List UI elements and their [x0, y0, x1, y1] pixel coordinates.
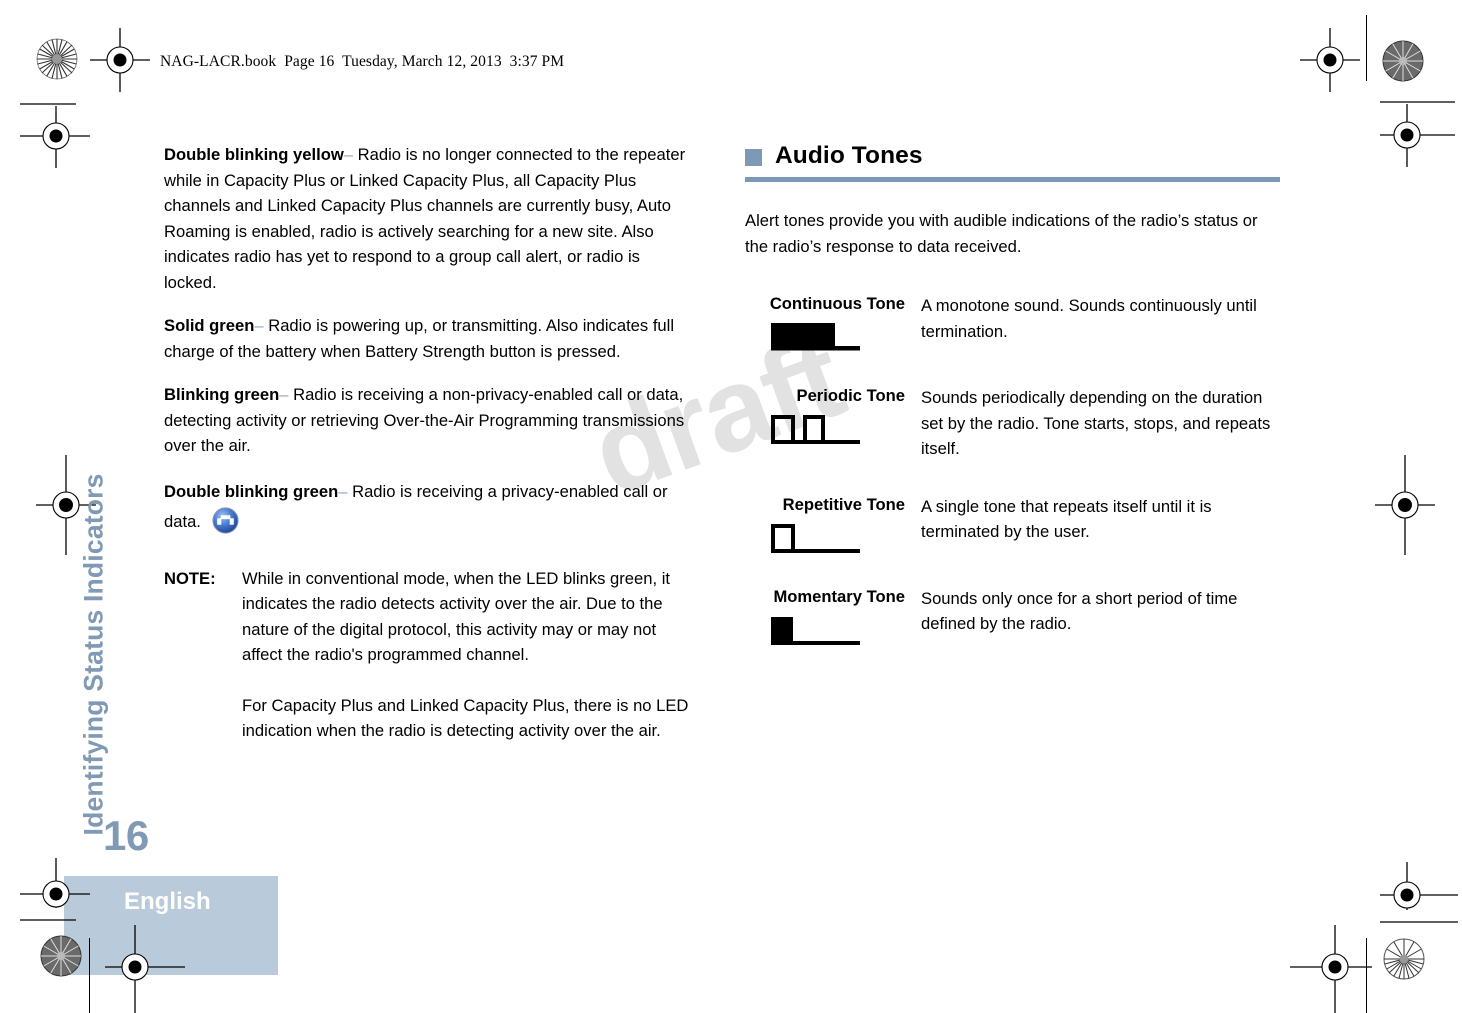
registration-crosshair-bottom-left-a — [20, 858, 90, 928]
em-dash: – — [343, 145, 354, 164]
tone-description: Sounds periodically depending on the dur… — [921, 388, 1271, 458]
continuous-waveform-icon — [745, 319, 905, 353]
registration-starburst-top-right — [1382, 40, 1424, 82]
page-number: 16 — [103, 812, 149, 859]
note-block: NOTE: While in conventional mode, when t… — [164, 566, 694, 744]
led-term-label: Blinking green — [164, 385, 280, 404]
led-indicator-paragraph: Double blinking yellow– Radio is no long… — [164, 142, 694, 295]
section-heading-block: Audio Tones — [745, 142, 1280, 182]
registration-crosshair-middle-right — [1375, 455, 1435, 555]
registration-starburst-bottom-right — [1383, 938, 1425, 980]
tone-description: A single tone that repeats itself until … — [921, 496, 1212, 542]
running-head-chapter-title: Identifying Status Indicators — [78, 473, 109, 836]
tone-label-cell: Momentary Tone — [745, 586, 921, 646]
led-term-label: Double blinking yellow — [164, 145, 344, 164]
registration-crosshair-bottom-left-b — [105, 925, 185, 1013]
repetitive-waveform-icon — [745, 520, 905, 554]
tone-row: Periodic Tone Sounds periodically depend… — [745, 385, 1280, 462]
registration-crosshair-top-right-b — [1380, 95, 1455, 167]
note-paragraph-2: For Capacity Plus and Linked Capacity Pl… — [242, 695, 689, 741]
note-spacer — [242, 668, 694, 693]
registration-crosshair-top-left-a — [90, 28, 150, 92]
tone-name: Repetitive Tone — [782, 494, 905, 514]
section-heading-title: Audio Tones — [775, 142, 923, 169]
left-text-column: Double blinking yellow– Radio is no long… — [164, 142, 694, 744]
note-paragraph-1: While in conventional mode, when the LED… — [242, 568, 670, 665]
registration-crosshair-bottom-right-b — [1290, 925, 1372, 1013]
trim-line-bottom-left-vertical — [89, 938, 91, 1013]
led-description: Radio is no longer connected to the repe… — [164, 145, 686, 292]
tone-row: Repetitive Tone A single tone that repea… — [745, 494, 1280, 554]
em-dash: – — [254, 316, 264, 335]
section-intro-paragraph: Alert tones provide you with audible ind… — [745, 211, 1258, 256]
trim-line-top-right-vertical — [1366, 15, 1368, 81]
registration-crosshair-top-left-b — [20, 98, 90, 168]
tone-name: Momentary Tone — [773, 586, 905, 606]
tone-row: Momentary Tone Sounds only once for a sh… — [745, 586, 1280, 646]
book-file-header: NAG-LACR.book Page 16 Tuesday, March 12,… — [160, 53, 565, 70]
tone-label-cell: Periodic Tone — [745, 385, 921, 462]
periodic-waveform-icon — [745, 411, 905, 445]
led-indicator-paragraph: Solid green– Radio is powering up, or tr… — [164, 313, 694, 364]
tone-description: A monotone sound. Sounds continuously un… — [921, 296, 1257, 341]
tone-description: Sounds only once for a short period of t… — [921, 588, 1238, 634]
registration-starburst-top-left — [36, 38, 78, 80]
heading-underline-rule — [745, 177, 1280, 182]
tone-name: Continuous Tone — [769, 294, 905, 313]
registration-starburst-bottom-left — [40, 935, 82, 977]
led-indicator-paragraph: Blinking green– Radio is receiving a non… — [164, 382, 694, 459]
led-term-label: Solid green — [164, 316, 255, 335]
tone-name: Periodic Tone — [796, 386, 906, 405]
tone-row: Continuous Tone A monotone sound. Sounds… — [745, 293, 1280, 353]
right-text-column: Audio Tones Alert tones provide you with… — [745, 142, 1280, 678]
tone-label-cell: Repetitive Tone — [745, 494, 921, 554]
registration-crosshair-top-right-a — [1300, 28, 1360, 92]
note-body: While in conventional mode, when the LED… — [242, 566, 694, 744]
tone-label-cell: Continuous Tone — [745, 293, 921, 353]
privacy-pulse-icon — [211, 506, 239, 544]
section-heading-row: Audio Tones — [745, 142, 1280, 170]
page-canvas: draft NAG-LACR.book Page 16 Tuesday, Mar… — [0, 0, 1462, 1013]
led-indicator-paragraph: Double blinking green– Radio is receivin… — [164, 477, 694, 544]
audio-tones-table: Continuous Tone A monotone sound. Sounds… — [745, 293, 1280, 646]
momentary-waveform-icon — [745, 612, 905, 646]
note-label: NOTE: — [164, 568, 216, 588]
heading-square-bullet-icon — [745, 148, 762, 166]
led-term-label: Double blinking green — [164, 481, 339, 501]
registration-crosshair-bottom-right-a — [1380, 862, 1458, 934]
language-label: English — [124, 888, 211, 915]
